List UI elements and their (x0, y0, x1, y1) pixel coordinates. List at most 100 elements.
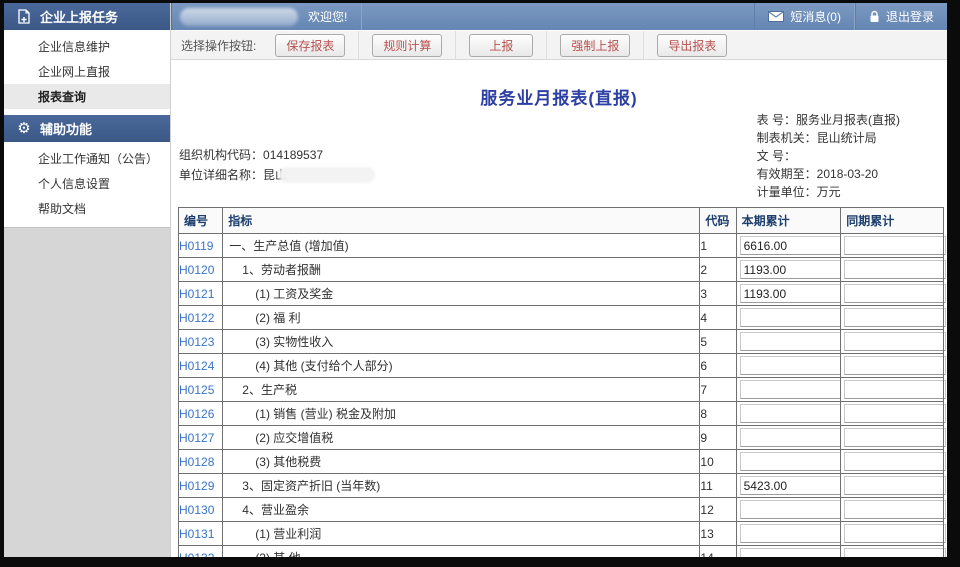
sidebar-section-label: 辅助功能 (40, 119, 92, 138)
row-number-cell: 5 (700, 330, 736, 354)
messages-button[interactable]: 短消息(0) (754, 3, 855, 30)
same-period-input[interactable] (844, 524, 946, 543)
save-report-button[interactable]: 保存报表 (275, 34, 345, 57)
indicator-cell: (3) 实物性收入 (223, 330, 700, 354)
sidebar-item-help-docs[interactable]: 帮助文档 (4, 196, 170, 221)
indicator-cell: (1) 营业利润 (223, 522, 700, 546)
row-number-cell: 9 (700, 426, 736, 450)
meta-label: 表 号： (757, 113, 796, 127)
same-period-input[interactable] (844, 236, 946, 255)
same-period-input[interactable] (844, 404, 946, 423)
row-code-link[interactable]: H0124 (179, 359, 214, 373)
table-row: H0121(1) 工资及奖金3 (179, 282, 944, 306)
meta-value: 万元 (817, 185, 841, 199)
messages-label: 短消息(0) (790, 8, 841, 25)
same-period-input[interactable] (844, 284, 946, 303)
table-row: H0127 (2) 应交增值税9 (179, 426, 944, 450)
sidebar-item-work-notice[interactable]: 企业工作通知（公告） (4, 146, 170, 171)
sidebar-item-enterprise-info[interactable]: 企业信息维护 (4, 34, 170, 59)
row-code-link[interactable]: H0121 (179, 287, 214, 301)
current-period-input[interactable] (740, 380, 844, 399)
row-code-link[interactable]: H0127 (179, 431, 214, 445)
current-period-input[interactable] (740, 500, 844, 519)
sidebar-item-online-report[interactable]: 企业网上直报 (4, 59, 170, 84)
row-code-link[interactable]: H0130 (179, 503, 214, 517)
current-period-input[interactable] (740, 332, 844, 351)
report-table: 编号 指标 代码 本期累计 同期累计 H0119一、生产总值 (增加值)1H01… (178, 207, 944, 557)
table-row: H0126(1) 销售 (营业) 税金及附加8 (179, 402, 944, 426)
table-row: H0132(2) 其 他14 (179, 546, 944, 558)
header-same-period-total: 同期累计 (841, 208, 944, 234)
row-code-link[interactable]: H0132 (179, 551, 214, 558)
current-period-input[interactable] (740, 404, 844, 423)
row-number-cell: 12 (700, 498, 736, 522)
sidebar-item-label: 个人信息设置 (38, 175, 110, 192)
force-submit-button[interactable]: 强制上报 (560, 34, 630, 57)
current-period-input[interactable] (740, 260, 844, 279)
same-period-input[interactable] (844, 308, 946, 327)
same-period-input[interactable] (844, 380, 946, 399)
current-period-input[interactable] (740, 476, 844, 495)
same-period-input[interactable] (844, 332, 946, 351)
table-row: H0124(4) 其他 (支付给个人部分)6 (179, 354, 944, 378)
row-code-link[interactable]: H0119 (179, 239, 213, 253)
row-number-cell: 13 (700, 522, 736, 546)
indicator-cell: (2) 其 他 (223, 546, 700, 558)
header-indicator: 指标 (223, 208, 700, 234)
table-row: H0122(2) 福 利4 (179, 306, 944, 330)
row-code-link[interactable]: H0122 (179, 311, 214, 325)
current-period-input[interactable] (740, 428, 844, 447)
table-row: H01201、劳动者报酬2 (179, 258, 944, 282)
meta-label: 制表机关： (757, 131, 817, 145)
row-code-link[interactable]: H0125 (179, 383, 214, 397)
row-code-link[interactable]: H0129 (179, 479, 214, 493)
envelope-icon (768, 11, 784, 22)
redacted-username (180, 8, 298, 26)
current-period-input[interactable] (740, 236, 844, 255)
sidebar-item-report-query[interactable]: 报表查询 (4, 84, 170, 109)
sidebar-item-personal-settings[interactable]: 个人信息设置 (4, 171, 170, 196)
current-period-input[interactable] (740, 452, 844, 471)
same-period-input[interactable] (844, 452, 946, 471)
current-period-input[interactable] (740, 356, 844, 375)
row-code-link[interactable]: H0123 (179, 335, 214, 349)
same-period-input[interactable] (844, 356, 946, 375)
export-report-button[interactable]: 导出报表 (657, 34, 727, 57)
submit-button[interactable]: 上报 (469, 34, 533, 57)
row-code-link[interactable]: H0131 (179, 527, 214, 541)
same-period-input[interactable] (844, 428, 946, 447)
rule-calc-button[interactable]: 规则计算 (372, 34, 442, 57)
sidebar-section-aux-functions[interactable]: ⚙ 辅助功能 (4, 115, 170, 142)
org-code-value: 014189537 (263, 145, 323, 165)
toolbar-label: 选择操作按钮: (181, 37, 256, 54)
row-number-cell: 11 (700, 474, 736, 498)
logout-button[interactable]: 退出登录 (855, 3, 947, 30)
sidebar-item-label: 企业信息维护 (38, 38, 110, 55)
report-title: 服务业月报表(直报) (171, 84, 947, 109)
same-period-input[interactable] (844, 500, 946, 519)
indicator-cell: 一、生产总值 (增加值) (223, 234, 700, 258)
same-period-input[interactable] (844, 476, 946, 495)
row-number-cell: 2 (700, 258, 736, 282)
current-period-input[interactable] (740, 284, 844, 303)
current-period-input[interactable] (740, 308, 844, 327)
header-row-code: 代码 (700, 208, 736, 234)
main-area: 欢迎您! 短消息(0) 退出登录 (171, 3, 947, 557)
table-row: H0119一、生产总值 (增加值)1 (179, 234, 944, 258)
sidebar-item-label: 帮助文档 (38, 200, 86, 217)
report-meta-right: 表 号：服务业月报表(直报) 制表机关：昆山统计局 文 号： 有效期至：2018… (757, 111, 900, 201)
same-period-input[interactable] (844, 260, 946, 279)
indicator-cell: (1) 工资及奖金 (223, 282, 700, 306)
current-period-input[interactable] (740, 524, 844, 543)
row-code-link[interactable]: H0128 (179, 455, 214, 469)
welcome-text: 欢迎您! (308, 8, 347, 25)
row-code-link[interactable]: H0120 (179, 263, 214, 277)
same-period-input[interactable] (844, 548, 946, 557)
current-period-input[interactable] (740, 548, 844, 557)
indicator-cell: (2) 应交增值税 (223, 426, 700, 450)
meta-label: 计量单位： (757, 185, 817, 199)
sidebar-group-2: 企业工作通知（公告） 个人信息设置 帮助文档 (4, 142, 170, 227)
sidebar-section-report-tasks[interactable]: 企业上报任务 (4, 3, 170, 30)
row-code-link[interactable]: H0126 (179, 407, 214, 421)
gear-icon: ⚙ (16, 121, 32, 137)
